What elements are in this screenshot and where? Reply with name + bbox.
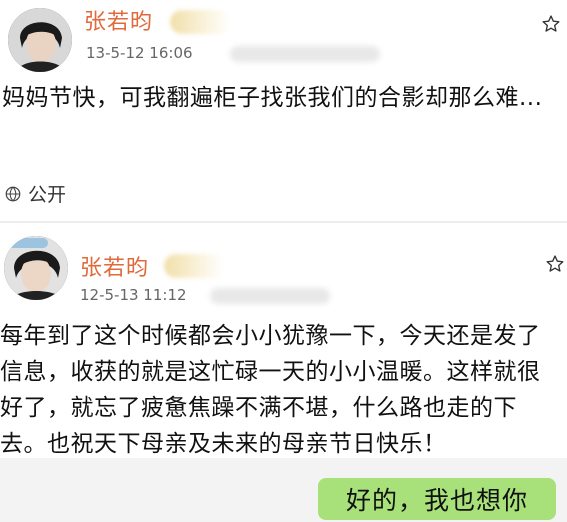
post-content: 妈妈节快，可我翻遍柜子找张我们的合影却那么难... bbox=[2, 85, 543, 111]
avatar[interactable] bbox=[4, 236, 68, 300]
blurred-badge bbox=[170, 10, 230, 34]
globe-icon bbox=[5, 186, 21, 201]
blurred-meta bbox=[230, 46, 380, 62]
post-timestamp: 12-5-13 11:12 bbox=[80, 286, 187, 304]
blurred-badge bbox=[164, 254, 224, 278]
visibility-indicator[interactable]: 公开 bbox=[4, 180, 66, 207]
avatar[interactable] bbox=[8, 8, 72, 72]
star-outline-icon[interactable] bbox=[541, 14, 561, 34]
post-timestamp: 13-5-12 16:06 bbox=[86, 44, 193, 62]
reply-message-bubble[interactable]: 好的，我也想你 bbox=[318, 478, 556, 520]
avatar-portrait-icon bbox=[4, 236, 68, 300]
avatar-portrait-icon bbox=[8, 8, 72, 72]
author-name[interactable]: 张若昀 bbox=[80, 250, 149, 282]
post-content: 每年到了这个时候都会小小犹豫一下，今天还是发了信息，收获的就是这忙碌一天的小小温… bbox=[0, 323, 541, 457]
visibility-label: 公开 bbox=[28, 184, 67, 206]
weibo-post: 张若昀 13-5-12 16:06 妈妈节快，可我翻遍柜子找张我们的合影却那么难… bbox=[0, 0, 567, 222]
blurred-meta bbox=[210, 288, 330, 304]
author-name[interactable]: 张若昀 bbox=[84, 4, 153, 36]
star-outline-icon[interactable] bbox=[545, 254, 565, 274]
